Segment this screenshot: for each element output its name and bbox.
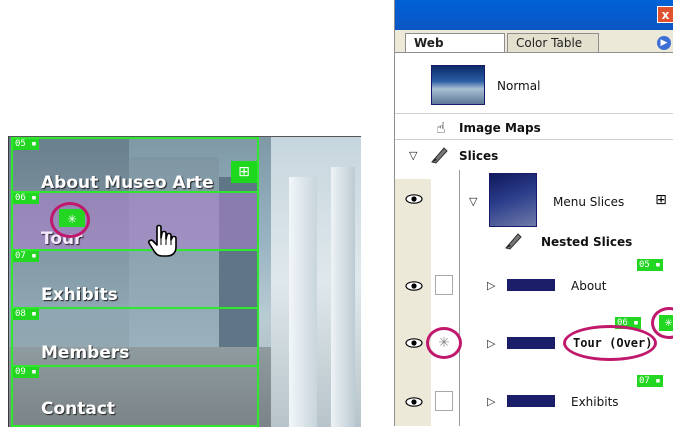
page-preview: 05 ▪ About Museo Arte ⊞ 06 ▪ Tour ✳ 07 ▪… <box>8 136 361 427</box>
exhibits-label[interactable]: Exhibits <box>571 395 619 409</box>
exhibits-expand-toggle[interactable]: ▷ <box>487 395 495 408</box>
palette-menu-button[interactable]: ▶ <box>657 36 671 50</box>
about-thumbnail <box>507 279 555 291</box>
hand-cursor-icon <box>148 224 177 257</box>
layer-list: Normal ☝ Image Maps ▽ Slices ▽ Menu Slic… <box>395 53 673 426</box>
pointing-hand-icon: ☝ <box>436 119 446 137</box>
menu-item-contact[interactable]: Contact <box>41 399 115 419</box>
column <box>289 177 317 427</box>
rollover-state-box[interactable] <box>435 275 453 295</box>
menu-slices-thumbnail <box>489 173 537 227</box>
exhibits-thumbnail <box>507 395 555 407</box>
nested-slice-icon: ⊞ <box>231 161 257 183</box>
nested-slices-label[interactable]: Nested Slices <box>541 235 632 249</box>
visibility-column <box>395 179 431 426</box>
about-expand-toggle[interactable]: ▷ <box>487 279 495 292</box>
menu-item-about[interactable]: About Museo Arte <box>41 173 214 193</box>
rollover-state-box[interactable] <box>435 391 453 411</box>
slice-tool-icon <box>505 233 522 250</box>
normal-label[interactable]: Normal <box>497 79 540 93</box>
tab-row: Web Content Color Table ▶ <box>395 30 673 69</box>
tree-line <box>459 170 460 426</box>
image-maps-label[interactable]: Image Maps <box>459 121 541 135</box>
slice-tool-icon <box>431 147 448 164</box>
slice-number-05: 05 ▪ <box>13 139 39 150</box>
eye-icon[interactable] <box>405 397 423 407</box>
menu-slices-expand-toggle[interactable]: ▽ <box>469 195 477 208</box>
menu-item-members[interactable]: Members <box>41 343 129 363</box>
menu-slices-label[interactable]: Menu Slices <box>553 195 624 209</box>
divider <box>395 139 673 140</box>
eye-icon[interactable] <box>405 338 423 348</box>
web-content-palette: x Web Content Color Table ▶ Normal ☝ Ima… <box>394 0 673 426</box>
slices-label[interactable]: Slices <box>459 149 498 163</box>
close-button[interactable]: x <box>657 6 673 23</box>
slice-number-08: 08 ▪ <box>13 309 39 320</box>
callout-circle <box>651 307 673 339</box>
divider <box>395 113 673 114</box>
tour-expand-toggle[interactable]: ▷ <box>487 337 495 350</box>
callout-circle <box>563 325 657 361</box>
slice-number-06: 06 ▪ <box>13 193 39 204</box>
nested-slice-icon: ⊞ <box>655 192 667 208</box>
normal-thumbnail <box>431 65 485 105</box>
tour-thumbnail <box>507 337 555 349</box>
palette-titlebar: x <box>395 0 673 30</box>
slice-number-09: 09 ▪ <box>13 367 39 378</box>
slice-number-07: 07 ▪ <box>13 251 39 262</box>
tab-web-content[interactable]: Web Content <box>405 33 505 69</box>
menu-item-exhibits[interactable]: Exhibits <box>41 285 118 305</box>
callout-circle <box>426 327 462 359</box>
tab-color-table[interactable]: Color Table <box>507 33 599 52</box>
column <box>331 167 355 427</box>
eye-icon[interactable] <box>405 194 423 204</box>
about-label[interactable]: About <box>571 279 606 293</box>
slices-expand-toggle[interactable]: ▽ <box>409 149 417 162</box>
slice-tag-05: 05 ▪ <box>637 259 663 271</box>
eye-icon[interactable] <box>405 281 423 291</box>
callout-circle <box>50 202 90 238</box>
slice-tag-07: 07 ▪ <box>637 375 663 387</box>
